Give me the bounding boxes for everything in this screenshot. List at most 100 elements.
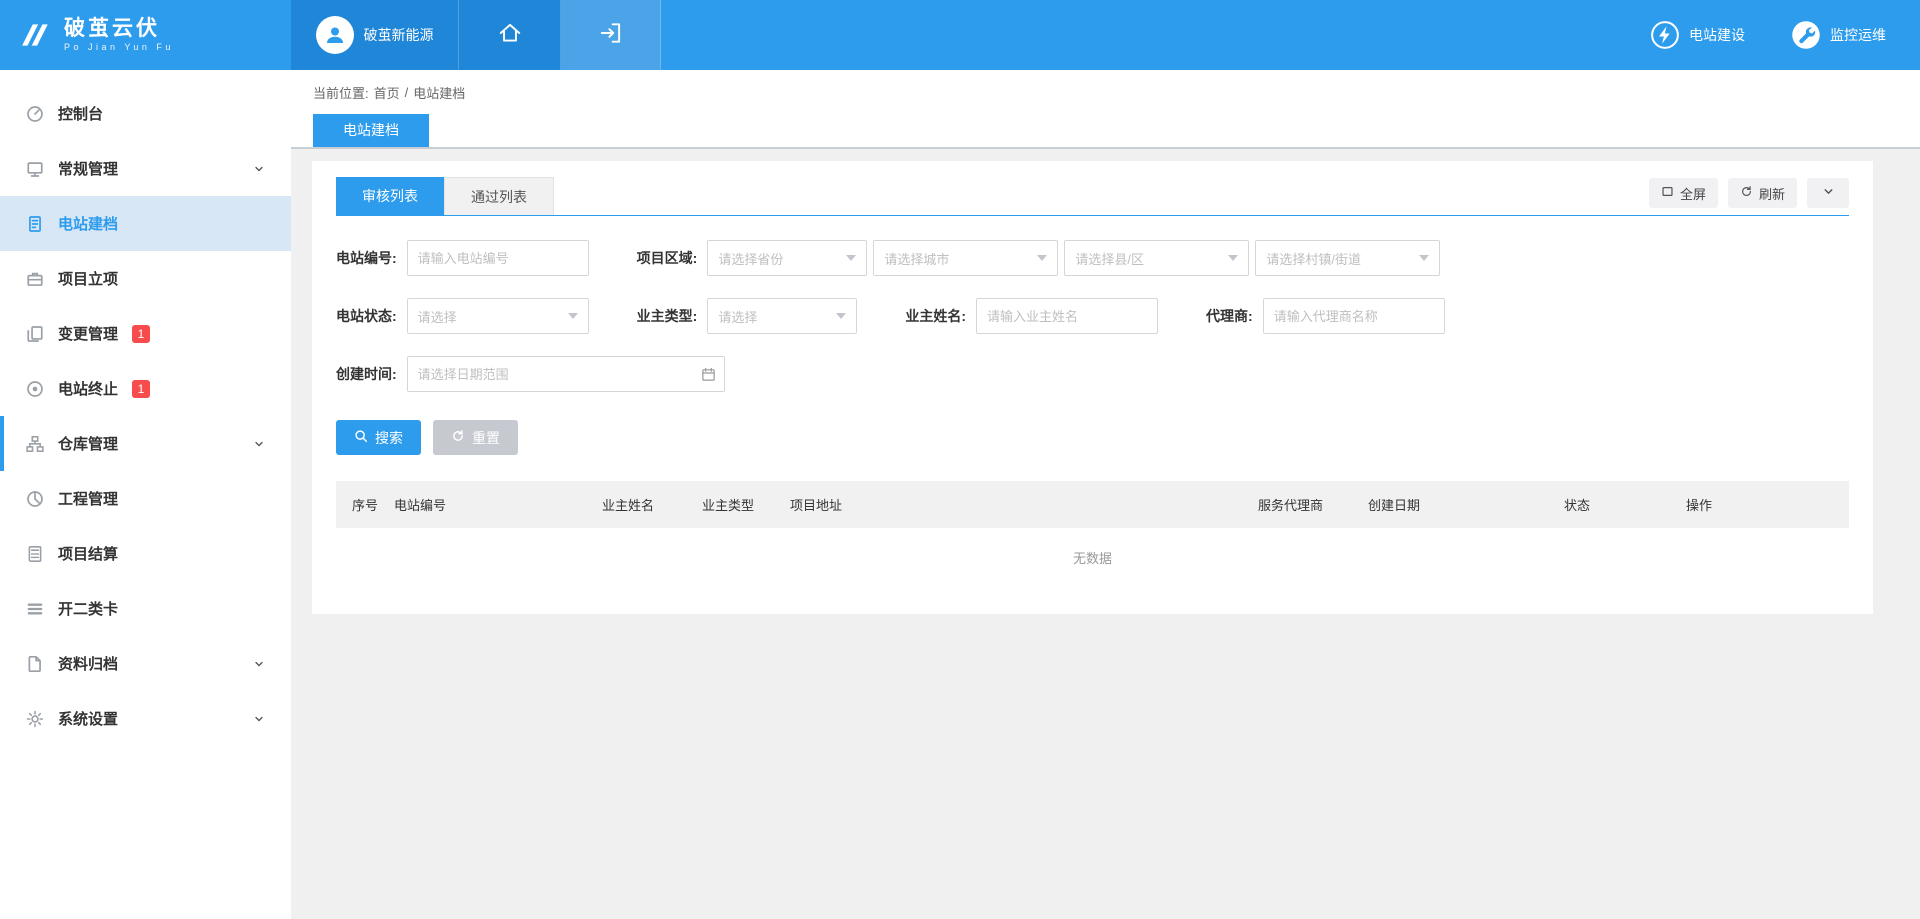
tab-review-list[interactable]: 审核列表	[336, 177, 444, 215]
filter-owner-name: 业主姓名:	[905, 298, 1158, 334]
county-placeholder: 请选择县/区	[1075, 249, 1144, 268]
sidebar-item-warehouse-mgmt[interactable]: 仓库管理	[0, 416, 291, 471]
caret-down-icon	[846, 255, 856, 261]
search-button[interactable]: 搜索	[336, 420, 421, 455]
gauge-icon	[26, 105, 44, 123]
agent-input[interactable]	[1263, 298, 1445, 334]
sidebar-item-project-settlement[interactable]: 项目结算	[0, 526, 291, 581]
province-placeholder: 请选择省份	[718, 249, 783, 268]
brand-logo-icon	[20, 22, 52, 48]
logout-icon	[598, 20, 624, 51]
sidebar-item-label: 电站建档	[58, 213, 118, 234]
owner-name-input[interactable]	[976, 298, 1158, 334]
sidebar-item-station-terminate[interactable]: 电站终止 1	[0, 361, 291, 416]
sidebar-item-label: 电站终止	[58, 378, 118, 399]
town-select[interactable]: 请选择村镇/街道	[1255, 240, 1440, 276]
nav-station-build-label: 电站建设	[1689, 25, 1745, 45]
home-button[interactable]	[459, 0, 561, 70]
station-no-input[interactable]	[407, 240, 589, 276]
sidebar-item-change-mgmt[interactable]: 变更管理 1	[0, 306, 291, 361]
sidebar-item-label: 系统设置	[58, 708, 118, 729]
nav-monitor-ops[interactable]: 监控运维	[1791, 20, 1886, 50]
filter-actions: 搜索 重置	[336, 420, 1849, 455]
brand-title: 破茧云伏	[64, 17, 174, 40]
city-placeholder: 请选择城市	[884, 249, 949, 268]
sidebar-item-label: 变更管理	[58, 323, 118, 344]
notification-badge: 1	[132, 325, 150, 343]
fullscreen-button[interactable]: 全屏	[1649, 178, 1718, 208]
col-owner-type: 业主类型	[702, 495, 790, 514]
station-status-label: 电站状态:	[336, 306, 397, 326]
stop-circle-icon	[26, 380, 44, 398]
sidebar-item-general-mgmt[interactable]: 常规管理	[0, 141, 291, 196]
station-no-label: 电站编号:	[336, 248, 397, 268]
filter-created-time: 创建时间:	[336, 356, 725, 392]
date-range-field	[407, 356, 725, 392]
sidebar-item-system-settings[interactable]: 系统设置	[0, 691, 291, 746]
sidebar-item-label: 项目立项	[58, 268, 118, 289]
city-select[interactable]: 请选择城市	[873, 240, 1058, 276]
gear-icon	[26, 710, 44, 728]
document-icon	[26, 215, 44, 233]
owner-type-select[interactable]: 请选择	[707, 298, 857, 334]
region-selects: 请选择省份 请选择城市 请选择县/区	[707, 240, 1440, 276]
filter-owner-type: 业主类型: 请选择	[637, 298, 858, 334]
user-menu[interactable]: 破茧新能源	[291, 0, 459, 70]
owner-type-placeholder: 请选择	[718, 307, 757, 326]
col-status: 状态	[1564, 495, 1686, 514]
col-station-no: 电站编号	[394, 495, 602, 514]
refresh-button[interactable]: 刷新	[1728, 178, 1797, 208]
caret-down-icon	[568, 313, 578, 319]
tab-passed-list[interactable]: 通过列表	[444, 177, 554, 215]
filter-region: 项目区域: 请选择省份 请选择城市	[637, 240, 1441, 276]
sidebar-item-station-archive[interactable]: 电站建档	[0, 196, 291, 251]
sidebar-item-data-archive[interactable]: 资料归档	[0, 636, 291, 691]
content-card: 审核列表 通过列表 全屏 刷新	[312, 161, 1873, 614]
sidebar-item-label: 工程管理	[58, 488, 118, 509]
sidebar-item-label: 常规管理	[58, 158, 118, 179]
page-tab-station-archive[interactable]: 电站建档	[313, 114, 429, 147]
reset-button[interactable]: 重置	[433, 420, 518, 455]
reset-icon	[451, 429, 465, 446]
table-header-row: 序号 电站编号 业主姓名 业主类型 项目地址 服务代理商 创建日期 状态 操作	[336, 481, 1849, 528]
reset-label: 重置	[472, 428, 500, 448]
fullscreen-label: 全屏	[1680, 184, 1706, 203]
search-label: 搜索	[375, 428, 403, 448]
col-index: 序号	[336, 495, 394, 514]
county-select[interactable]: 请选择县/区	[1064, 240, 1249, 276]
list-bars-icon	[26, 600, 44, 618]
breadcrumb-home[interactable]: 首页	[374, 83, 400, 102]
sidebar-item-engineering-mgmt[interactable]: 工程管理	[0, 471, 291, 526]
station-status-placeholder: 请选择	[418, 307, 457, 326]
top-right-nav: 电站建设 监控运维	[1650, 0, 1920, 70]
breadcrumb-current: 电站建档	[413, 83, 465, 102]
owner-name-label: 业主姓名:	[905, 306, 966, 326]
sidebar-item-label: 开二类卡	[58, 598, 118, 619]
sidebar-item-dashboard[interactable]: 控制台	[0, 86, 291, 141]
app-window: 破茧云伏 Po Jian Yun Fu 破茧新能源	[0, 0, 1920, 919]
sidebar-item-project-initiation[interactable]: 项目立项	[0, 251, 291, 306]
sidebar-item-label: 控制台	[58, 103, 103, 124]
wrench-icon	[1791, 20, 1821, 50]
chevron-down-icon	[1822, 185, 1835, 201]
brand-text: 破茧云伏 Po Jian Yun Fu	[64, 17, 174, 53]
pie-chart-icon	[26, 490, 44, 508]
nav-station-build[interactable]: 电站建设	[1650, 20, 1745, 50]
logout-button[interactable]	[561, 0, 661, 70]
breadcrumb-separator: /	[405, 85, 409, 100]
filter-row-3: 创建时间:	[336, 356, 1849, 392]
nav-monitor-ops-label: 监控运维	[1830, 25, 1886, 45]
region-label: 项目区域:	[637, 248, 698, 268]
caret-down-icon	[836, 313, 846, 319]
collapse-toolbar-button[interactable]	[1807, 178, 1849, 208]
sidebar-item-open-type2-card[interactable]: 开二类卡	[0, 581, 291, 636]
chevron-down-icon	[253, 658, 265, 670]
card-tabs: 审核列表 通过列表 全屏 刷新	[336, 177, 1849, 216]
filter-form: 电站编号: 项目区域: 请选择省份 请选择城市	[336, 240, 1849, 392]
date-range-input[interactable]	[407, 356, 725, 392]
results-table: 序号 电站编号 业主姓名 业主类型 项目地址 服务代理商 创建日期 状态 操作 …	[336, 481, 1849, 586]
top-navbar: 破茧云伏 Po Jian Yun Fu 破茧新能源	[0, 0, 1920, 70]
province-select[interactable]: 请选择省份	[707, 240, 867, 276]
station-status-select[interactable]: 请选择	[407, 298, 589, 334]
col-create-date: 创建日期	[1368, 495, 1564, 514]
